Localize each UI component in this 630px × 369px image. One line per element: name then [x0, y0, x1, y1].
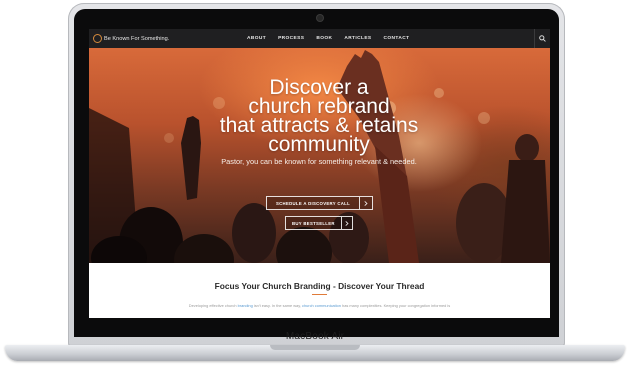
hero-subtitle: Pastor, you can be known for something r…: [221, 157, 417, 166]
church-communication-link[interactable]: church communication: [302, 303, 341, 308]
hero-title: Discover a church rebrand that attracts …: [179, 77, 459, 156]
laptop-base-notch: [270, 345, 360, 350]
body-text-segment: isn't easy. In the same way,: [252, 303, 303, 308]
hero-title-line: community: [268, 133, 370, 156]
nav-link-contact[interactable]: CONTACT: [384, 36, 410, 41]
chevron-right-icon: [340, 217, 352, 229]
accent-divider: [312, 294, 327, 295]
hero-section: Discover a church rebrand that attracts …: [89, 48, 550, 263]
section-body-text: Developing effective church branding isn…: [159, 303, 480, 309]
body-text-segment: Developing effective church: [188, 303, 238, 308]
nav-link-book[interactable]: BOOK: [316, 36, 332, 41]
device-brand-label: MacBook Air: [285, 331, 345, 342]
nav-link-about[interactable]: ABOUT: [247, 36, 266, 41]
nav-links: ABOUT PROCESS BOOK ARTICLES CONTACT: [247, 29, 409, 48]
buy-bestseller-button[interactable]: BUY BESTSELLER: [285, 216, 353, 230]
logo-text: Be Known For Something.: [104, 35, 170, 42]
section-title: Focus Your Church Branding - Discover Yo…: [214, 281, 425, 291]
logo-mark-icon: [93, 34, 102, 43]
website-screen: Be Known For Something. ABOUT PROCESS BO…: [89, 29, 550, 318]
branding-link[interactable]: branding: [238, 303, 253, 308]
camera-icon: [317, 15, 323, 21]
body-text-segment: has many complexities. Keeping your cong…: [340, 303, 451, 308]
schedule-call-button[interactable]: SCHEDULE A DISCOVERY CALL: [266, 196, 373, 210]
nav-link-process[interactable]: PROCESS: [278, 36, 304, 41]
buy-bestseller-label: BUY BESTSELLER: [292, 220, 335, 226]
top-navigation: Be Known For Something. ABOUT PROCESS BO…: [89, 29, 550, 48]
content-section: Focus Your Church Branding - Discover Yo…: [89, 263, 550, 318]
nav-link-articles[interactable]: ARTICLES: [344, 36, 371, 41]
site-logo[interactable]: Be Known For Something.: [93, 33, 169, 44]
search-icon: [539, 35, 546, 42]
chevron-right-icon: [359, 197, 372, 209]
schedule-call-label: SCHEDULE A DISCOVERY CALL: [275, 200, 351, 206]
search-button[interactable]: [534, 29, 550, 48]
